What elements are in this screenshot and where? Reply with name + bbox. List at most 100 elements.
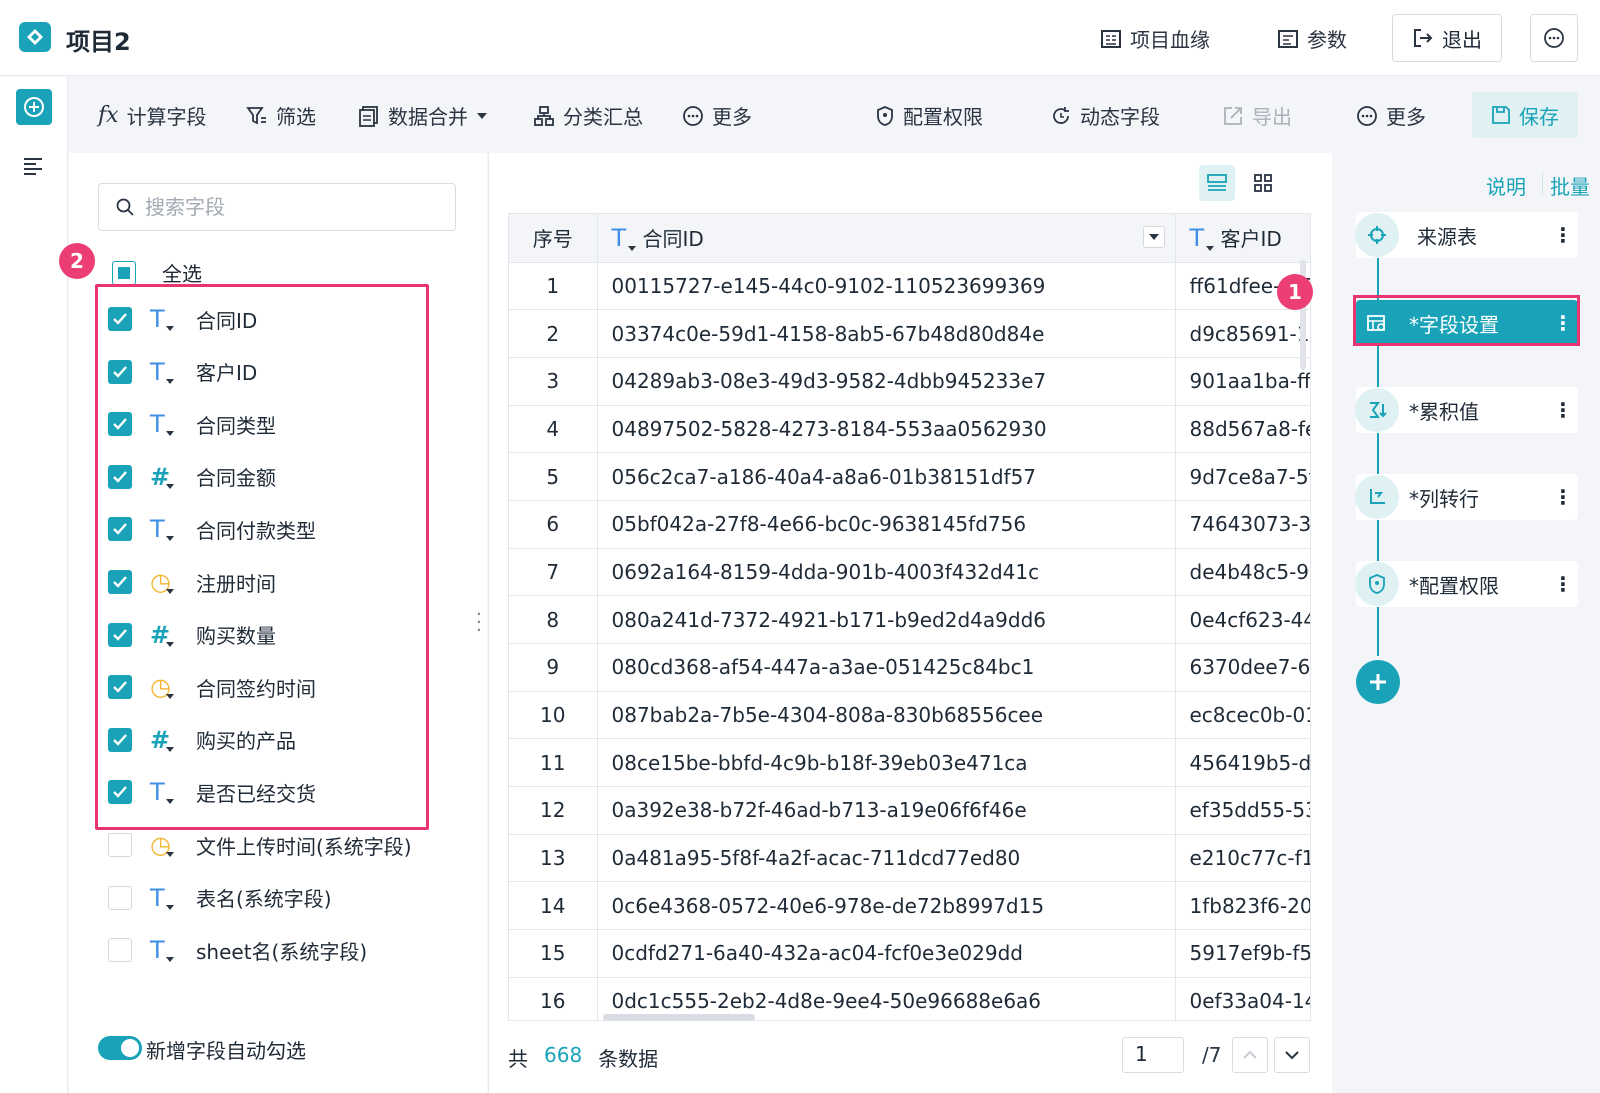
more-left-button[interactable]: 更多 [682, 101, 752, 130]
column-menu-button[interactable] [1142, 226, 1165, 248]
table-row[interactable]: 14 0c6e4368-0572-40e6-978e-de72b8997d15 1f… [509, 881, 1310, 931]
filter-button[interactable]: 筛选 [246, 101, 316, 130]
data-merge-button[interactable]: 数据合并 [358, 101, 488, 130]
step-badge-1: 1 [1277, 274, 1313, 310]
row-index-cell: 11 [509, 738, 598, 788]
params-icon [1277, 28, 1299, 50]
header-customer-id[interactable]: T 客户ID [1175, 214, 1310, 263]
customer-id-cell: 901aa1ba-ff0 [1175, 357, 1310, 406]
outline-button[interactable] [22, 156, 44, 176]
exit-button[interactable]: 退出 [1392, 14, 1502, 62]
more-circle-icon [1543, 27, 1565, 49]
table-row[interactable]: 7 0692a164-8159-4dda-901b-4003f432d41c de4… [509, 548, 1310, 597]
table-header-row: 序号 T 合同ID T 客户ID [509, 214, 1310, 263]
config-permission-button[interactable]: 配置权限 [875, 101, 983, 130]
auto-select-toggle[interactable] [98, 1036, 142, 1060]
row-index-cell: 9 [509, 643, 598, 692]
table-row[interactable]: 1 00115727-e145-44c0-9102-110523699369 ff6… [509, 262, 1310, 311]
step-label: *列转行 [1409, 486, 1479, 511]
save-label: 保存 [1519, 104, 1559, 129]
panel-splitter-handle[interactable]: · · · [476, 606, 482, 640]
step-cumulative[interactable]: *累积值 ⋮ [1355, 387, 1578, 433]
header-customer-id-label: 客户ID [1220, 227, 1282, 252]
table-row[interactable]: 11 08ce15be-bbfd-4c9b-b18f-39eb03e471ca 45… [509, 738, 1310, 788]
filter-label: 筛选 [276, 105, 316, 129]
field-checkbox[interactable] [108, 833, 132, 857]
field-row[interactable]: T 表名(系统字段) [108, 873, 332, 923]
step-menu-icon[interactable]: ⋮ [1548, 572, 1578, 596]
row-index-cell: 2 [509, 309, 598, 358]
search-input[interactable] [145, 195, 425, 219]
top-more-button[interactable] [1530, 14, 1578, 62]
export-button[interactable]: 导出 [1222, 101, 1292, 130]
table-row[interactable]: 6 05bf042a-27f8-4e66-bc0c-9638145fd756 746… [509, 500, 1310, 549]
table-row[interactable]: 5 056c2ca7-a186-40a4-a8a6-01b38151df57 9d7… [509, 452, 1310, 501]
field-row[interactable]: Tsheet名(系统字段) [108, 925, 367, 975]
table-row[interactable]: 2 03374c0e-59d1-4158-8ab5-67b48d80d84e d9c… [509, 309, 1310, 358]
field-checkbox[interactable] [108, 885, 132, 910]
list-icon [22, 156, 44, 176]
contract-id-cell: 05bf042a-27f8-4e66-bc0c-9638145fd756 [597, 500, 1176, 549]
text-type-icon: T [1189, 224, 1205, 253]
table-row[interactable]: 12 0a392e38-b72f-46ad-b713-a19e06f6f46e ef… [509, 786, 1310, 835]
calc-field-button[interactable]: fx 计算字段 [98, 101, 207, 130]
add-step-rail-button[interactable] [16, 89, 52, 125]
prev-page-button[interactable] [1232, 1037, 1268, 1073]
add-step-button[interactable] [1356, 660, 1400, 704]
field-checkbox[interactable] [108, 938, 132, 963]
step-menu-icon[interactable]: ⋮ [1548, 223, 1578, 247]
contract-id-cell: 0a481a95-5f8f-4a2f-acac-711dcd77ed80 [597, 834, 1176, 883]
export-icon [1222, 105, 1244, 127]
save-button[interactable]: 保存 [1472, 92, 1578, 138]
table-row[interactable]: 4 04897502-5828-4273-8184-553aa0562930 88d… [509, 405, 1310, 454]
header-contract-id[interactable]: T 合同ID [597, 214, 1176, 263]
table-row[interactable]: 8 080a241d-7372-4921-b171-b9ed2d4a9dd6 0e4… [509, 595, 1310, 644]
lineage-icon [1100, 28, 1122, 50]
contract-id-cell: 056c2ca7-a186-40a4-a8a6-01b38151df57 [597, 452, 1176, 501]
field-search[interactable] [98, 183, 456, 231]
explain-link[interactable]: 说明 [1486, 171, 1526, 200]
export-label: 导出 [1252, 105, 1292, 129]
contract-id-cell: 04897502-5828-4273-8184-553aa0562930 [597, 405, 1176, 454]
step-col-to-row[interactable]: *列转行 ⋮ [1355, 474, 1578, 520]
step-menu-icon[interactable]: ⋮ [1548, 398, 1578, 422]
more-left-label: 更多 [712, 105, 752, 129]
contract-id-cell: 0a392e38-b72f-46ad-b713-a19e06f6f46e [597, 786, 1176, 835]
contract-id-cell: 0c6e4368-0572-40e6-978e-de72b8997d15 [597, 881, 1176, 931]
field-name: sheet名(系统字段) [196, 939, 368, 964]
table-row[interactable]: 13 0a481a95-5f8f-4a2f-acac-711dcd77ed80 e2… [509, 834, 1310, 883]
shield-icon [875, 105, 895, 127]
source-icon [1355, 213, 1399, 257]
count-prefix: 共 [508, 1047, 528, 1071]
select-all-checkbox[interactable] [112, 260, 136, 285]
time-type-icon: ◷ [146, 830, 186, 860]
next-page-button[interactable] [1274, 1037, 1310, 1073]
step-permissions[interactable]: *配置权限 ⋮ [1355, 561, 1578, 607]
params-button[interactable]: 参数 [1277, 24, 1347, 53]
table-row[interactable]: 3 04289ab3-08e3-49d3-9582-4dbb945233e7 901… [509, 357, 1310, 406]
project-lineage-button[interactable]: 项目血缘 [1100, 24, 1210, 53]
dynamic-field-button[interactable]: 动态字段 [1050, 101, 1160, 130]
customer-id-cell: 0ef33a04-14 [1175, 977, 1310, 1020]
row-index-cell: 3 [509, 357, 598, 406]
page-total: /7 [1202, 1043, 1222, 1067]
step-source-table[interactable]: 来源表 ⋮ [1355, 212, 1578, 258]
select-all-row[interactable]: 全选 [112, 258, 202, 287]
table-row[interactable]: 10 087bab2a-7b5e-4304-808a-830b68556cee ec… [509, 691, 1310, 740]
selected-fields-highlight [95, 284, 429, 830]
count-value: 668 [544, 1043, 583, 1067]
batch-link[interactable]: 批量 [1550, 171, 1590, 200]
step-menu-icon[interactable]: ⋮ [1548, 485, 1578, 509]
page-number-input[interactable]: 1 [1122, 1037, 1184, 1073]
table-row[interactable]: 9 080cd368-af54-447a-a3ae-051425c84bc1 637… [509, 643, 1310, 692]
row-index-cell: 6 [509, 500, 598, 549]
contract-id-cell: 087bab2a-7b5e-4304-808a-830b68556cee [597, 691, 1176, 740]
row-view-button[interactable] [1199, 165, 1235, 201]
horizontal-scrollbar[interactable] [603, 1014, 755, 1021]
grid-view-button[interactable] [1245, 165, 1281, 201]
app-logo [19, 22, 51, 52]
more-right-button[interactable]: 更多 [1356, 101, 1426, 130]
table-row[interactable]: 15 0cdfd271-6a40-432a-ac04-fcf0e3e029dd 59… [509, 929, 1310, 978]
row-layout-icon [1206, 172, 1228, 194]
group-summary-button[interactable]: 分类汇总 [533, 101, 643, 130]
